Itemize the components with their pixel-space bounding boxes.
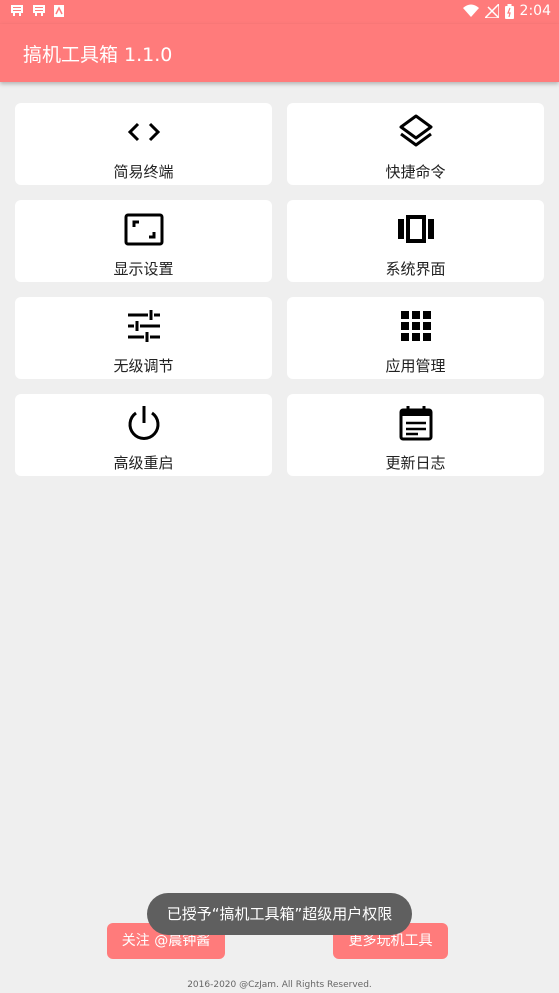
battery-icon <box>504 3 514 19</box>
aspect-ratio-icon <box>124 213 163 246</box>
tool-card-app-management[interactable]: 应用管理 <box>287 297 544 379</box>
app-notification-icon <box>11 5 23 16</box>
tool-card-display-settings[interactable]: 显示设置 <box>15 200 272 282</box>
tool-card-changelog[interactable]: 更新日志 <box>287 394 544 476</box>
tool-label: 无级调节 <box>113 357 174 375</box>
tool-label: 快捷命令 <box>385 163 446 181</box>
tool-card-quick-commands[interactable]: 快捷命令 <box>287 103 544 185</box>
tool-card-advanced-reboot[interactable]: 高级重启 <box>15 394 272 476</box>
no-signal-icon <box>484 4 499 18</box>
calendar-log-icon <box>399 406 432 441</box>
app-bar: 搞机工具箱 1.1.0 <box>0 24 559 82</box>
tool-label: 高级重启 <box>113 454 174 472</box>
status-left-icons <box>9 3 65 19</box>
tool-label: 简易终端 <box>113 163 174 181</box>
download-icon <box>54 5 64 17</box>
status-time: 2:04 <box>519 3 551 19</box>
tool-label: 显示设置 <box>113 260 174 278</box>
tool-card-system-ui[interactable]: 系统界面 <box>287 200 544 282</box>
toast-message: 已授予“搞机工具箱”超级用户权限 <box>147 893 412 935</box>
tool-label: 应用管理 <box>385 357 446 375</box>
view-carousel-icon <box>397 215 434 243</box>
tool-label: 系统界面 <box>385 260 446 278</box>
tool-label: 更新日志 <box>385 454 446 472</box>
app-notification-icon <box>33 5 45 16</box>
tool-card-stepless-adjust[interactable]: 无级调节 <box>15 297 272 379</box>
apps-grid-icon <box>400 311 431 341</box>
status-bar: 2:04 <box>0 0 559 24</box>
copyright-footer: 2016-2020 @CzJam. All Rights Reserved. <box>187 980 372 990</box>
code-icon <box>127 122 160 142</box>
tool-grid: 简易终端 快捷命令 显示设置 系统界面 无级调节 应用管理 高级重启 更新日志 <box>15 103 544 476</box>
tool-card-terminal[interactable]: 简易终端 <box>15 103 272 185</box>
status-right-icons: 2:04 <box>462 3 551 19</box>
wifi-icon <box>462 4 479 17</box>
power-icon <box>128 406 159 440</box>
layers-icon <box>399 114 432 147</box>
app-title: 搞机工具箱 1.1.0 <box>23 44 173 66</box>
tune-icon <box>127 310 160 342</box>
